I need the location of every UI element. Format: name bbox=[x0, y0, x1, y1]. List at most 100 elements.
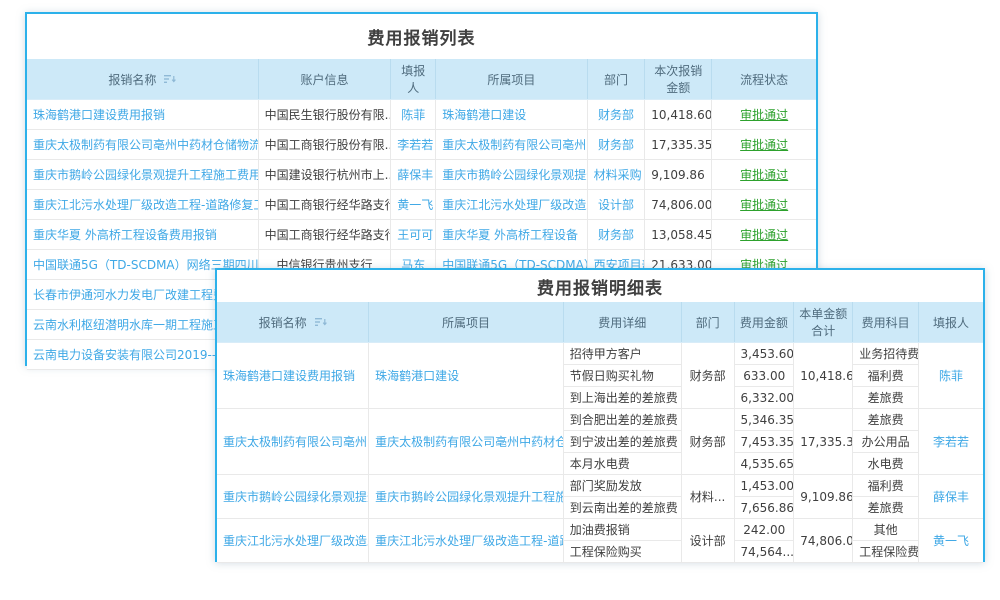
table-row: 重庆江北污水处理厂级改造工程-道路修复工程费用... 中国工商银行经华路支行 黄… bbox=[27, 190, 816, 220]
table-row: 重庆华夏 外高桥工程设备费用报销 中国工商银行经华路支行 王可可 重庆华夏 外高… bbox=[27, 220, 816, 250]
expense-name-link[interactable]: 重庆市鹅岭公园绿化景观提升工程施工费用报销 bbox=[27, 160, 258, 190]
amount-cell: 13,058.45 bbox=[645, 220, 712, 250]
status-link[interactable]: 审批通过 bbox=[712, 220, 816, 250]
expense-name-link[interactable]: 重庆太极制药有限公司亳州中药材 bbox=[217, 409, 369, 475]
dept-link[interactable]: 财务部 bbox=[587, 130, 645, 160]
reporter-link[interactable]: 黄一飞 bbox=[391, 190, 436, 220]
list-col-name: 报销名称 bbox=[27, 59, 258, 100]
status-link[interactable]: 审批通过 bbox=[712, 130, 816, 160]
category-cell: 业务招待费 bbox=[853, 343, 919, 365]
project-link[interactable]: 珠海鹤港口建设 bbox=[436, 100, 587, 130]
detail-cell: 到合肥出差的差旅费 bbox=[563, 409, 681, 431]
detail-cell: 工程保险购买 bbox=[563, 541, 681, 563]
table-row: 重庆太极制药有限公司亳州中药材仓储物流基地项... 中国工商银行股份有限... … bbox=[27, 130, 816, 160]
amount-cell: 1,453.00 bbox=[734, 475, 794, 497]
expense-name-link[interactable]: 重庆市鹅岭公园绿化景观提升工程 bbox=[217, 475, 369, 519]
category-cell: 差旅费 bbox=[853, 409, 919, 431]
project-link[interactable]: 重庆市鹅岭公园绿化景观提升工程施工 bbox=[369, 475, 564, 519]
total-cell: 10,418.60 bbox=[794, 343, 853, 409]
project-link[interactable]: 重庆华夏 外高桥工程设备 bbox=[436, 220, 587, 250]
reporter-link[interactable]: 李若若 bbox=[919, 409, 983, 475]
list-col-name-label: 报销名称 bbox=[108, 71, 156, 88]
category-cell: 办公用品 bbox=[853, 431, 919, 453]
detail-cell: 加油费报销 bbox=[563, 519, 681, 541]
project-link[interactable]: 重庆江北污水处理厂级改造工... bbox=[436, 190, 587, 220]
list-header-row: 报销名称 账户信息 填报人 所属项目 部门 本次报销金额 流程状态 bbox=[27, 59, 816, 100]
detail-row: 重庆太极制药有限公司亳州中药材 重庆太极制药有限公司亳州中药材仓储物流 到合肥出… bbox=[217, 409, 983, 431]
category-cell: 差旅费 bbox=[853, 387, 919, 409]
project-link[interactable]: 珠海鹤港口建设 bbox=[369, 343, 564, 409]
project-link[interactable]: 重庆太极制药有限公司亳州中... bbox=[436, 130, 587, 160]
dept-cell: 财务部 bbox=[681, 343, 734, 409]
amount-cell: 4,535.65 bbox=[734, 453, 794, 475]
dept-cell: 材料... bbox=[681, 475, 734, 519]
project-link[interactable]: 重庆江北污水处理厂级改造工程-道路修复工 bbox=[369, 519, 564, 563]
dept-link[interactable]: 设计部 bbox=[587, 190, 645, 220]
status-link[interactable]: 审批通过 bbox=[712, 160, 816, 190]
amount-cell: 242.00 bbox=[734, 519, 794, 541]
list-col-account: 账户信息 bbox=[258, 59, 391, 100]
detail-col-name-label: 报销名称 bbox=[259, 314, 307, 331]
detail-cell: 本月水电费 bbox=[563, 453, 681, 475]
detail-cell: 节假日购买礼物 bbox=[563, 365, 681, 387]
amount-cell: 7,453.35 bbox=[734, 431, 794, 453]
detail-col-amount: 费用金额 bbox=[734, 302, 794, 343]
expense-detail-table: 报销名称 所属项目 费用详细 部门 费用金额 本单金额合计 费用科目 bbox=[217, 302, 983, 563]
reporter-link[interactable]: 陈菲 bbox=[391, 100, 436, 130]
sort-icon[interactable] bbox=[164, 73, 176, 85]
expense-name-link[interactable]: 重庆太极制药有限公司亳州中药材仓储物流基地项... bbox=[27, 130, 258, 160]
total-cell: 17,335.35 bbox=[794, 409, 853, 475]
table-row: 重庆市鹅岭公园绿化景观提升工程施工费用报销 中国建设银行杭州市上... 薛保丰 … bbox=[27, 160, 816, 190]
dept-cell: 财务部 bbox=[681, 409, 734, 475]
category-cell: 其他 bbox=[853, 519, 919, 541]
detail-col-reporter: 填报人 bbox=[919, 302, 983, 343]
reporter-link[interactable]: 李若若 bbox=[391, 130, 436, 160]
total-cell: 9,109.86 bbox=[794, 475, 853, 519]
detail-cell: 到宁波出差的差旅费 bbox=[563, 431, 681, 453]
amount-cell: 633.00 bbox=[734, 365, 794, 387]
account-cell: 中国工商银行经华路支行 bbox=[258, 220, 391, 250]
status-link[interactable]: 审批通过 bbox=[712, 100, 816, 130]
category-cell: 福利费 bbox=[853, 475, 919, 497]
project-link[interactable]: 重庆太极制药有限公司亳州中药材仓储物流 bbox=[369, 409, 564, 475]
expense-name-link[interactable]: 珠海鹤港口建设费用报销 bbox=[27, 100, 258, 130]
amount-cell: 74,564... bbox=[734, 541, 794, 563]
expense-name-link[interactable]: 珠海鹤港口建设费用报销 bbox=[217, 343, 369, 409]
expense-name-link[interactable]: 重庆华夏 外高桥工程设备费用报销 bbox=[27, 220, 258, 250]
detail-row: 重庆江北污水处理厂级改造工程- 重庆江北污水处理厂级改造工程-道路修复工 加油费… bbox=[217, 519, 983, 541]
detail-header-row: 报销名称 所属项目 费用详细 部门 费用金额 本单金额合计 费用科目 bbox=[217, 302, 983, 343]
dept-link[interactable]: 材料采购 bbox=[587, 160, 645, 190]
detail-table-title: 费用报销明细表 bbox=[217, 270, 983, 302]
table-row: 珠海鹤港口建设费用报销 中国民生银行股份有限... 陈菲 珠海鹤港口建设 财务部… bbox=[27, 100, 816, 130]
total-cell: 74,806.00 bbox=[794, 519, 853, 563]
amount-cell: 74,806.00 bbox=[645, 190, 712, 220]
account-cell: 中国工商银行经华路支行 bbox=[258, 190, 391, 220]
detail-cell: 部门奖励发放 bbox=[563, 475, 681, 497]
dept-link[interactable]: 财务部 bbox=[587, 100, 645, 130]
detail-cell: 到上海出差的差旅费 bbox=[563, 387, 681, 409]
category-cell: 水电费 bbox=[853, 453, 919, 475]
list-col-project: 所属项目 bbox=[436, 59, 587, 100]
detail-col-dept: 部门 bbox=[681, 302, 734, 343]
reporter-link[interactable]: 薛保丰 bbox=[391, 160, 436, 190]
project-link[interactable]: 重庆市鹅岭公园绿化景观提升... bbox=[436, 160, 587, 190]
amount-cell: 7,656.86 bbox=[734, 497, 794, 519]
detail-col-category: 费用科目 bbox=[853, 302, 919, 343]
reporter-link[interactable]: 陈菲 bbox=[919, 343, 983, 409]
amount-cell: 6,332.00 bbox=[734, 387, 794, 409]
account-cell: 中国工商银行股份有限... bbox=[258, 130, 391, 160]
account-cell: 中国民生银行股份有限... bbox=[258, 100, 391, 130]
category-cell: 工程保险费 bbox=[853, 541, 919, 563]
expense-name-link[interactable]: 重庆江北污水处理厂级改造工程- bbox=[217, 519, 369, 563]
sort-icon[interactable] bbox=[315, 316, 327, 328]
detail-cell: 招待甲方客户 bbox=[563, 343, 681, 365]
reporter-link[interactable]: 王可可 bbox=[391, 220, 436, 250]
amount-cell: 10,418.60 bbox=[645, 100, 712, 130]
reporter-link[interactable]: 薛保丰 bbox=[919, 475, 983, 519]
account-cell: 中国建设银行杭州市上... bbox=[258, 160, 391, 190]
dept-link[interactable]: 财务部 bbox=[587, 220, 645, 250]
expense-name-link[interactable]: 重庆江北污水处理厂级改造工程-道路修复工程费用... bbox=[27, 190, 258, 220]
detail-row: 重庆市鹅岭公园绿化景观提升工程 重庆市鹅岭公园绿化景观提升工程施工 部门奖励发放… bbox=[217, 475, 983, 497]
status-link[interactable]: 审批通过 bbox=[712, 190, 816, 220]
reporter-link[interactable]: 黄一飞 bbox=[919, 519, 983, 563]
